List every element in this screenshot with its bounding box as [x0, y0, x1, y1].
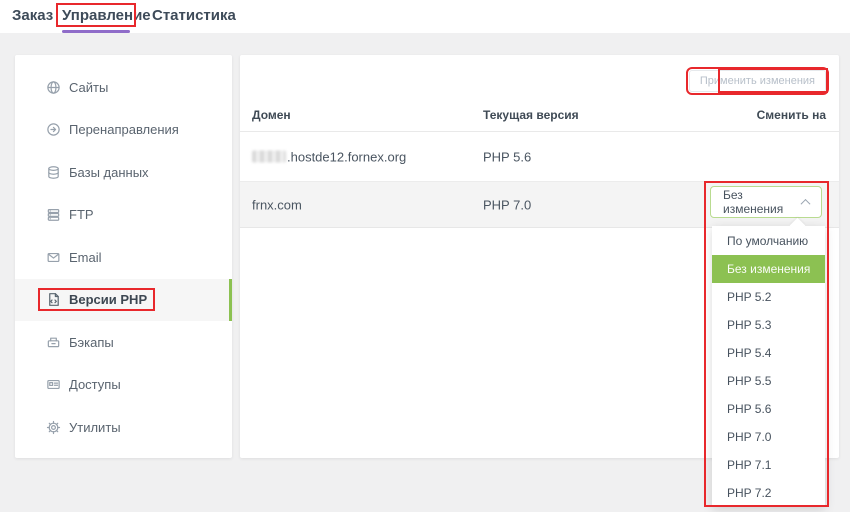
sidebar-item-label: Бэкапы	[69, 335, 114, 350]
change-version-select-open[interactable]: Без изменения	[710, 186, 822, 218]
censored-domain-prefix	[252, 150, 286, 162]
sidebar-item-databases[interactable]: Базы данных	[15, 151, 232, 194]
domain-cell: frnx.com	[252, 197, 302, 212]
dropdown-option-php53[interactable]: PHP 5.3	[712, 311, 825, 339]
dropdown-option-no-change[interactable]: Без изменения	[712, 255, 825, 283]
sidebar-item-label: Версии PHP	[69, 292, 147, 307]
server-icon	[46, 207, 61, 222]
sidebar-item-label: FTP	[69, 207, 94, 222]
current-version-cell: PHP 5.6	[483, 149, 531, 164]
column-header-current-version: Текущая версия	[483, 108, 579, 122]
sidebar-item-ftp[interactable]: FTP	[15, 194, 232, 237]
dropdown-option-php56[interactable]: PHP 5.6	[712, 395, 825, 423]
sidebar-item-label: Перенаправления	[69, 122, 179, 137]
dropdown-option-php72[interactable]: PHP 7.2	[712, 479, 825, 507]
current-version-cell: PHP 7.0	[483, 197, 531, 212]
envelope-icon	[46, 250, 61, 265]
dropdown-option-php54[interactable]: PHP 5.4	[712, 339, 825, 367]
sidebar-item-label: Email	[69, 250, 102, 265]
globe-icon	[46, 80, 61, 95]
database-icon	[46, 165, 61, 180]
version-dropdown-menu: По умолчанию Без изменения PHP 5.2 PHP 5…	[712, 226, 825, 507]
table-row: .hostde12.fornex.org PHP 5.6 Без изменен…	[240, 132, 839, 182]
column-header-change-to: Сменить на	[757, 108, 826, 122]
sidebar-item-label: Сайты	[69, 80, 108, 95]
sidebar-item-email[interactable]: Email	[15, 236, 232, 279]
id-card-icon	[46, 377, 61, 392]
dropdown-option-php71[interactable]: PHP 7.1	[712, 451, 825, 479]
nav-tab-order[interactable]: Заказ	[12, 7, 53, 24]
sidebar-item-sites[interactable]: Сайты	[15, 66, 232, 109]
sidebar-item-label: Базы данных	[69, 165, 149, 180]
sidebar-item-redirects[interactable]: Перенаправления	[15, 109, 232, 152]
sidebar-item-access[interactable]: Доступы	[15, 364, 232, 407]
sidebar-item-php-versions[interactable]: Версии PHP	[15, 279, 232, 322]
annotation-box-php-versions: Версии PHP	[38, 288, 155, 311]
nav-tab-statistics[interactable]: Статистика	[152, 7, 236, 24]
dropdown-option-default[interactable]: По умолчанию	[712, 227, 825, 255]
sidebar-item-utilities[interactable]: Утилиты	[15, 406, 232, 449]
domain-cell: .hostde12.fornex.org	[252, 149, 406, 164]
backup-icon	[46, 335, 61, 350]
annotation-box-management-tab	[56, 3, 136, 27]
column-header-domain: Домен	[252, 108, 291, 122]
top-nav-bar: Заказ Управление Статистика	[0, 0, 850, 33]
active-tab-underline	[62, 30, 130, 33]
sidebar: Сайты Перенаправления Базы данных FTP Em…	[15, 55, 232, 458]
chevron-up-icon	[801, 198, 811, 208]
gear-icon	[46, 420, 61, 435]
php-file-icon	[46, 292, 61, 307]
sidebar-item-backups[interactable]: Бэкапы	[15, 321, 232, 364]
dropdown-option-php52[interactable]: PHP 5.2	[712, 283, 825, 311]
sidebar-item-label: Доступы	[69, 377, 121, 392]
sidebar-item-label: Утилиты	[69, 420, 121, 435]
dropdown-option-php70[interactable]: PHP 7.0	[712, 423, 825, 451]
redirect-icon	[46, 122, 61, 137]
select-value: Без изменения	[723, 188, 802, 216]
table-header-row: Домен Текущая версия Сменить на	[240, 100, 839, 132]
apply-changes-button[interactable]: Применить изменения	[689, 70, 826, 92]
dropdown-option-php55[interactable]: PHP 5.5	[712, 367, 825, 395]
